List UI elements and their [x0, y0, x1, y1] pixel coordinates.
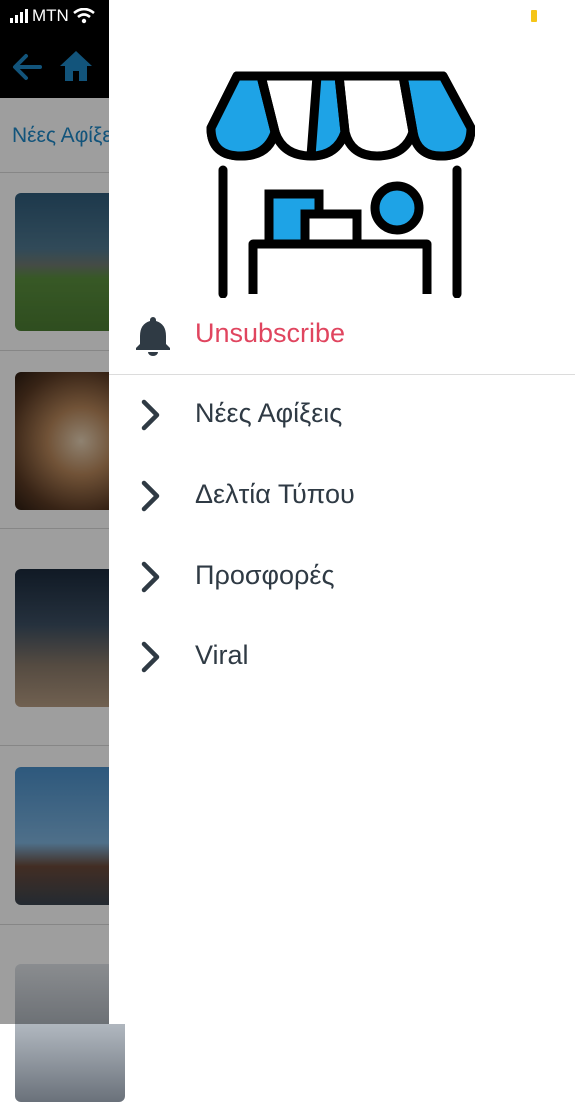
bell-icon [136, 317, 170, 356]
chevron-right-icon [141, 480, 160, 512]
chevron-right-icon [141, 561, 160, 593]
menu-item-label: Νέες Αφίξεις [195, 398, 343, 428]
status-bar: MTN [10, 5, 95, 27]
menu-item-label: Προσφορές [195, 560, 335, 590]
battery-icon [531, 10, 537, 22]
shop-stall-logo [206, 71, 475, 298]
menu-item-press-releases[interactable]: Δελτία Τύπου [109, 465, 575, 535]
navigation-drawer: Unsubscribe Νέες Αφίξεις Δελτία Τύπου Πρ… [109, 0, 575, 1024]
unsubscribe-label: Unsubscribe [195, 318, 346, 348]
chevron-right-icon [141, 399, 160, 431]
menu-item-offers[interactable]: Προσφορές [109, 546, 575, 616]
chevron-right-icon [141, 641, 160, 673]
carrier-label: MTN [32, 6, 69, 25]
wifi-icon [73, 8, 95, 24]
menu-item-label: Viral [195, 640, 249, 670]
signal-icon [10, 9, 28, 23]
menu-item-viral[interactable]: Viral [109, 626, 575, 696]
menu-item-label: Δελτία Τύπου [195, 479, 355, 509]
menu-item-new-arrivals[interactable]: Νέες Αφίξεις [109, 384, 575, 454]
drawer-scrim[interactable] [0, 0, 110, 1024]
unsubscribe-button[interactable]: Unsubscribe [109, 300, 575, 375]
